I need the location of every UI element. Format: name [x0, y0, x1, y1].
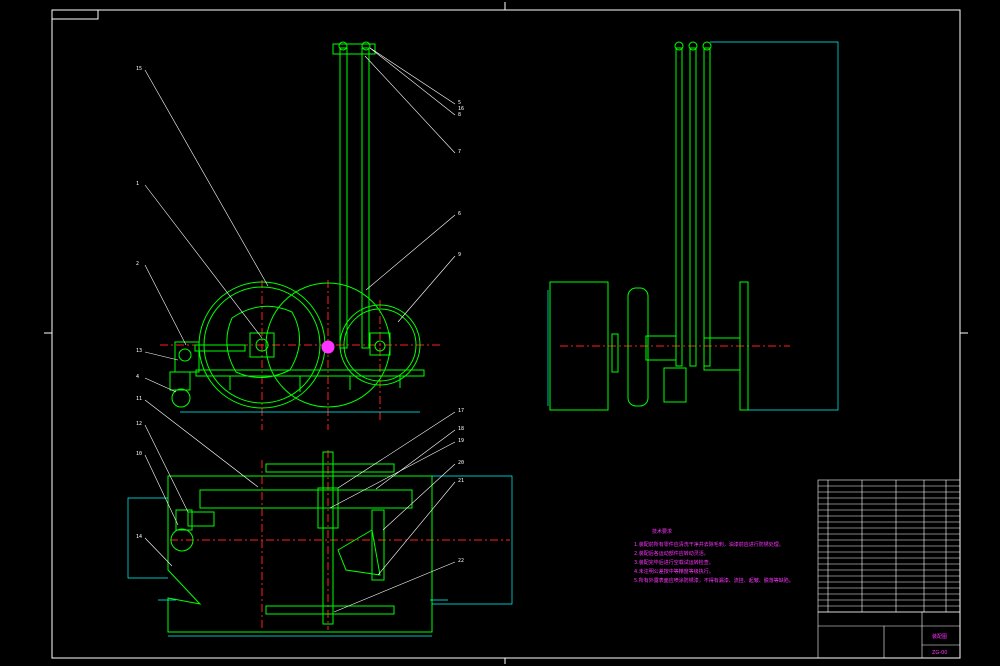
- sheet-border: [0, 0, 1000, 666]
- callout-14: 14: [136, 534, 142, 540]
- callout-22: 22: [458, 558, 464, 564]
- callout-17: 17: [458, 408, 464, 414]
- callout-21: 21: [458, 478, 464, 484]
- callout-11: 11: [136, 396, 142, 402]
- tech-note-3: 3.装配完毕后进行空载试运转检查。: [634, 559, 714, 566]
- drawing-title: 装配图: [932, 633, 947, 640]
- tech-note-1: 1.装配前所有零件应清洗干净并去除毛刺，油漆前应进行防锈处理。: [634, 541, 784, 548]
- callout-15: 15: [136, 66, 142, 72]
- callout-2: 2: [136, 261, 139, 267]
- callout-4: 4: [136, 374, 139, 380]
- callout-10: 10: [136, 451, 142, 457]
- callout-8: 8: [458, 112, 461, 118]
- callout-13: 13: [136, 348, 142, 354]
- drawing-number: ZG-00: [932, 650, 947, 656]
- tech-note-5: 5.所有外露表面应喷涂防锈漆，不得有漏漆、流挂、起皱、脱落等缺陷。: [634, 577, 794, 584]
- callout-18: 18: [458, 426, 464, 432]
- middle-wheel-hub: [321, 340, 335, 354]
- callout-7: 7: [458, 149, 461, 155]
- callout-9: 9: [458, 252, 461, 258]
- tech-notes-title: 技术要求: [652, 528, 672, 535]
- cad-drawing: 15 1 2 13 4 5 16 8 7 6 9 11 12 10 14 17 …: [0, 0, 1000, 666]
- callout-20: 20: [458, 460, 464, 466]
- callout-6: 6: [458, 211, 461, 217]
- callout-12: 12: [136, 421, 142, 427]
- callout-19: 19: [458, 438, 464, 444]
- callout-1: 1: [136, 181, 139, 187]
- tech-note-2: 2.装配后各运动部件应转动灵活。: [634, 550, 709, 557]
- tech-note-4: 4.未注明公差按中等精度等级执行。: [634, 568, 714, 575]
